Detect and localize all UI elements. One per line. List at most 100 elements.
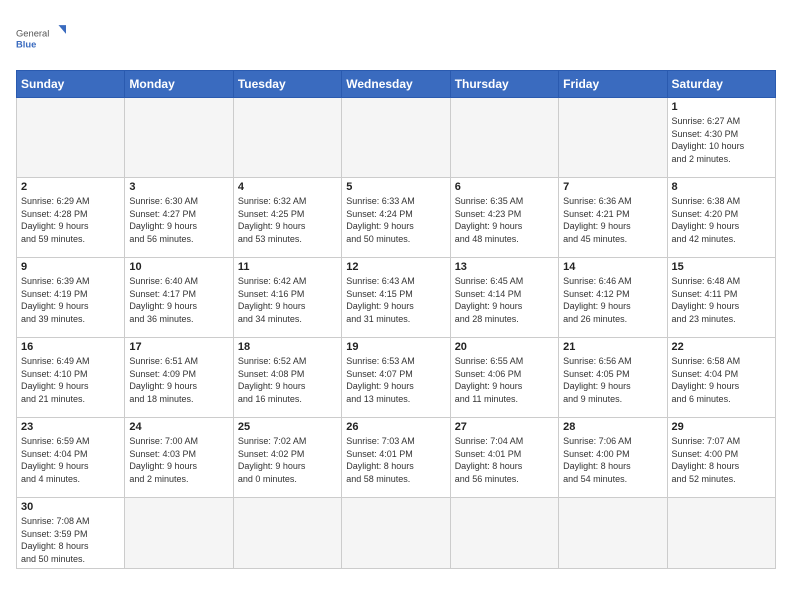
day-info: Sunrise: 6:59 AM Sunset: 4:04 PM Dayligh…: [21, 435, 120, 485]
logo: General Blue: [16, 16, 66, 58]
day-cell: [125, 98, 233, 178]
day-info: Sunrise: 6:40 AM Sunset: 4:17 PM Dayligh…: [129, 275, 228, 325]
logo-svg: General Blue: [16, 16, 66, 58]
day-number: 26: [346, 421, 445, 433]
day-cell: [233, 498, 341, 569]
day-number: 23: [21, 421, 120, 433]
day-cell: [342, 98, 450, 178]
day-info: Sunrise: 6:55 AM Sunset: 4:06 PM Dayligh…: [455, 355, 554, 405]
day-number: 15: [672, 261, 771, 273]
day-number: 13: [455, 261, 554, 273]
day-info: Sunrise: 6:38 AM Sunset: 4:20 PM Dayligh…: [672, 195, 771, 245]
col-header-saturday: Saturday: [667, 71, 775, 98]
day-info: Sunrise: 6:45 AM Sunset: 4:14 PM Dayligh…: [455, 275, 554, 325]
day-cell: 7 Sunrise: 6:36 AM Sunset: 4:21 PM Daylig…: [559, 178, 667, 258]
day-number: 25: [238, 421, 337, 433]
day-number: 7: [563, 181, 662, 193]
day-cell: 11 Sunrise: 6:42 AM Sunset: 4:16 PM Dayli…: [233, 258, 341, 338]
day-number: 22: [672, 341, 771, 353]
day-info: Sunrise: 7:06 AM Sunset: 4:00 PM Dayligh…: [563, 435, 662, 485]
day-cell: 10 Sunrise: 6:40 AM Sunset: 4:17 PM Dayli…: [125, 258, 233, 338]
day-cell: 29 Sunrise: 7:07 AM Sunset: 4:00 PM Dayli…: [667, 418, 775, 498]
day-cell: 4 Sunrise: 6:32 AM Sunset: 4:25 PM Daylig…: [233, 178, 341, 258]
week-row-1: 2 Sunrise: 6:29 AM Sunset: 4:28 PM Daylig…: [17, 178, 776, 258]
day-cell: 6Sunrise: 6:35 AM Sunset: 4:23 PM Daylig…: [450, 178, 558, 258]
day-number: 12: [346, 261, 445, 273]
day-info: Sunrise: 6:43 AM Sunset: 4:15 PM Dayligh…: [346, 275, 445, 325]
day-info: Sunrise: 6:49 AM Sunset: 4:10 PM Dayligh…: [21, 355, 120, 405]
day-info: Sunrise: 6:42 AM Sunset: 4:16 PM Dayligh…: [238, 275, 337, 325]
day-number: 14: [563, 261, 662, 273]
day-number: 1: [672, 101, 771, 113]
day-cell: 2 Sunrise: 6:29 AM Sunset: 4:28 PM Daylig…: [17, 178, 125, 258]
day-number: 24: [129, 421, 228, 433]
header: General Blue: [16, 16, 776, 58]
day-cell: 8 Sunrise: 6:38 AM Sunset: 4:20 PM Daylig…: [667, 178, 775, 258]
day-cell: 5 Sunrise: 6:33 AM Sunset: 4:24 PM Daylig…: [342, 178, 450, 258]
day-info: Sunrise: 6:30 AM Sunset: 4:27 PM Dayligh…: [129, 195, 228, 245]
day-number: 4: [238, 181, 337, 193]
day-cell: 28Sunrise: 7:06 AM Sunset: 4:00 PM Dayli…: [559, 418, 667, 498]
day-cell: [450, 498, 558, 569]
day-cell: 3Sunrise: 6:30 AM Sunset: 4:27 PM Daylig…: [125, 178, 233, 258]
day-number: 11: [238, 261, 337, 273]
col-header-wednesday: Wednesday: [342, 71, 450, 98]
day-number: 8: [672, 181, 771, 193]
day-cell: 14Sunrise: 6:46 AM Sunset: 4:12 PM Dayli…: [559, 258, 667, 338]
day-number: 2: [21, 181, 120, 193]
week-row-4: 23 Sunrise: 6:59 AM Sunset: 4:04 PM Dayli…: [17, 418, 776, 498]
day-cell: 30Sunrise: 7:08 AM Sunset: 3:59 PM Dayli…: [17, 498, 125, 569]
col-header-friday: Friday: [559, 71, 667, 98]
day-cell: 18Sunrise: 6:52 AM Sunset: 4:08 PM Dayli…: [233, 338, 341, 418]
day-number: 5: [346, 181, 445, 193]
day-cell: 21Sunrise: 6:56 AM Sunset: 4:05 PM Dayli…: [559, 338, 667, 418]
day-info: Sunrise: 7:07 AM Sunset: 4:00 PM Dayligh…: [672, 435, 771, 485]
day-cell: 23 Sunrise: 6:59 AM Sunset: 4:04 PM Dayli…: [17, 418, 125, 498]
day-info: Sunrise: 6:27 AM Sunset: 4:30 PM Dayligh…: [672, 115, 771, 165]
day-cell: 20 Sunrise: 6:55 AM Sunset: 4:06 PM Dayli…: [450, 338, 558, 418]
day-info: Sunrise: 6:52 AM Sunset: 4:08 PM Dayligh…: [238, 355, 337, 405]
week-row-3: 16 Sunrise: 6:49 AM Sunset: 4:10 PM Dayli…: [17, 338, 776, 418]
day-cell: 24 Sunrise: 7:00 AM Sunset: 4:03 PM Dayli…: [125, 418, 233, 498]
day-cell: [17, 98, 125, 178]
day-number: 29: [672, 421, 771, 433]
day-cell: 22 Sunrise: 6:58 AM Sunset: 4:04 PM Dayli…: [667, 338, 775, 418]
day-number: 19: [346, 341, 445, 353]
col-header-tuesday: Tuesday: [233, 71, 341, 98]
day-cell: [559, 98, 667, 178]
col-header-sunday: Sunday: [17, 71, 125, 98]
svg-text:General: General: [16, 28, 49, 38]
day-cell: [450, 98, 558, 178]
day-number: 10: [129, 261, 228, 273]
day-cell: [233, 98, 341, 178]
day-number: 21: [563, 341, 662, 353]
day-info: Sunrise: 6:32 AM Sunset: 4:25 PM Dayligh…: [238, 195, 337, 245]
col-header-thursday: Thursday: [450, 71, 558, 98]
day-cell: 13 Sunrise: 6:45 AM Sunset: 4:14 PM Dayli…: [450, 258, 558, 338]
week-row-5: 30Sunrise: 7:08 AM Sunset: 3:59 PM Dayli…: [17, 498, 776, 569]
day-info: Sunrise: 6:29 AM Sunset: 4:28 PM Dayligh…: [21, 195, 120, 245]
day-info: Sunrise: 6:36 AM Sunset: 4:21 PM Dayligh…: [563, 195, 662, 245]
day-cell: [125, 498, 233, 569]
week-row-0: 1 Sunrise: 6:27 AM Sunset: 4:30 PM Daylig…: [17, 98, 776, 178]
day-info: Sunrise: 7:00 AM Sunset: 4:03 PM Dayligh…: [129, 435, 228, 485]
day-cell: [559, 498, 667, 569]
day-number: 16: [21, 341, 120, 353]
day-cell: [667, 498, 775, 569]
day-number: 6: [455, 181, 554, 193]
day-cell: 19 Sunrise: 6:53 AM Sunset: 4:07 PM Dayli…: [342, 338, 450, 418]
day-cell: 15 Sunrise: 6:48 AM Sunset: 4:11 PM Dayli…: [667, 258, 775, 338]
day-number: 20: [455, 341, 554, 353]
day-info: Sunrise: 6:33 AM Sunset: 4:24 PM Dayligh…: [346, 195, 445, 245]
day-info: Sunrise: 7:04 AM Sunset: 4:01 PM Dayligh…: [455, 435, 554, 485]
day-info: Sunrise: 6:51 AM Sunset: 4:09 PM Dayligh…: [129, 355, 228, 405]
day-info: Sunrise: 6:48 AM Sunset: 4:11 PM Dayligh…: [672, 275, 771, 325]
day-info: Sunrise: 7:02 AM Sunset: 4:02 PM Dayligh…: [238, 435, 337, 485]
day-info: Sunrise: 6:53 AM Sunset: 4:07 PM Dayligh…: [346, 355, 445, 405]
day-info: Sunrise: 6:58 AM Sunset: 4:04 PM Dayligh…: [672, 355, 771, 405]
day-info: Sunrise: 7:08 AM Sunset: 3:59 PM Dayligh…: [21, 515, 120, 565]
day-cell: 1 Sunrise: 6:27 AM Sunset: 4:30 PM Daylig…: [667, 98, 775, 178]
day-cell: 25 Sunrise: 7:02 AM Sunset: 4:02 PM Dayli…: [233, 418, 341, 498]
calendar-table: SundayMondayTuesdayWednesdayThursdayFrid…: [16, 70, 776, 569]
day-info: Sunrise: 7:03 AM Sunset: 4:01 PM Dayligh…: [346, 435, 445, 485]
